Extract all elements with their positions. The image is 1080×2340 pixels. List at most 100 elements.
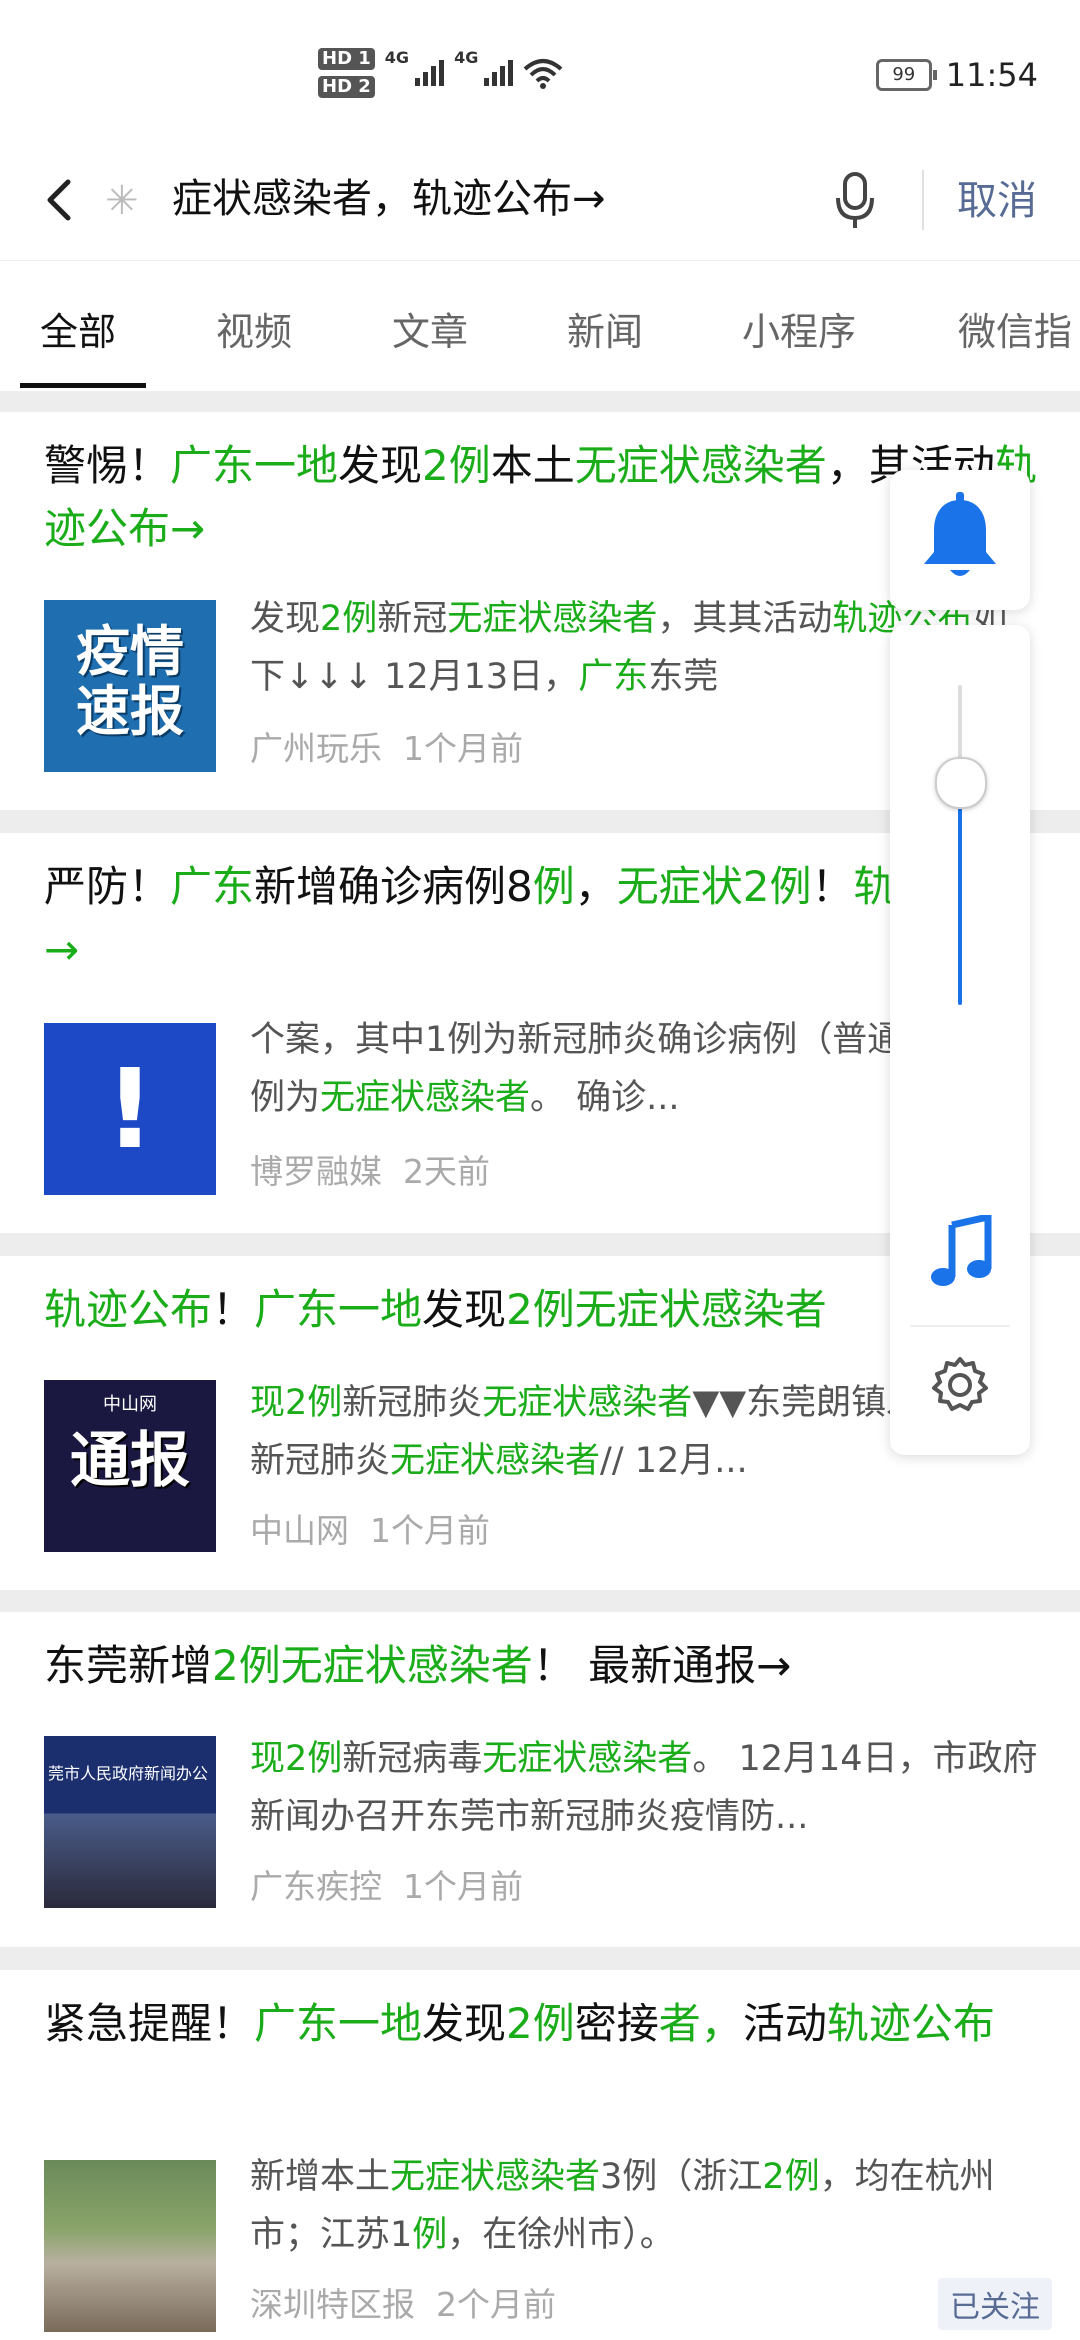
highlight-text: 2例 xyxy=(320,599,378,639)
tab-articles[interactable]: 文章 xyxy=(392,301,468,356)
tab-news[interactable]: 新闻 xyxy=(567,301,643,356)
signal-indicators: HD 1 HD 2 4G 4G xyxy=(318,48,563,98)
tab-wechat-index[interactable]: 微信指 xyxy=(958,301,1072,356)
tab-all[interactable]: 全部 xyxy=(40,301,116,356)
text-segment: ， xyxy=(574,862,617,911)
exclamation-icon: ! xyxy=(104,1045,156,1173)
highlight-text: 无症状感染者 xyxy=(574,441,827,490)
text-segment: 东莞新增 xyxy=(44,1641,213,1690)
text-segment: 警惕！ xyxy=(44,441,171,490)
highlight-text: 2例 xyxy=(506,1999,575,2048)
result-thumbnail: 莞市人民政府新闻办公 xyxy=(44,1736,216,1908)
search-sparkle-icon: ✳ xyxy=(105,178,139,224)
text-segment: ！ 最新通报→ xyxy=(532,1641,792,1690)
result-thumbnail: ! xyxy=(44,1023,216,1195)
text-segment: 新增本土 xyxy=(250,2157,391,2197)
text-segment: 新冠肺炎 xyxy=(342,1383,483,1423)
publish-time: 1个月前 xyxy=(402,1867,523,1906)
text-segment: ，其其活动 xyxy=(657,599,833,639)
text-segment: 发现 xyxy=(422,1999,507,2048)
result-snippet: 现2例新冠病毒无症状感染者。 12月14日，市政府新闻办召开东莞市新冠肺炎疫情防… xyxy=(250,1730,1040,1846)
thumbnail-banner-text: 莞市人民政府新闻办公 xyxy=(48,1764,209,1783)
source-name: 中山网 xyxy=(250,1511,349,1550)
search-input[interactable]: 症状感染者，轨迹公布→ xyxy=(172,166,606,224)
clock: 11:54 xyxy=(945,56,1038,94)
filter-tabs: 全部 视频 文章 新闻 小程序 微信指 xyxy=(0,260,1080,391)
highlight-text: 无症状感染者 xyxy=(482,1383,693,1423)
text-segment: 严防！ xyxy=(44,862,171,911)
highlight-text: 例 xyxy=(532,862,575,911)
highlight-text: 广东 xyxy=(170,862,255,911)
back-arrow-icon[interactable] xyxy=(32,170,88,230)
text-segment: 新冠肺炎 xyxy=(250,1441,391,1481)
highlight-text: 广东 xyxy=(578,657,649,697)
highlight-text: 例 xyxy=(412,2215,448,2255)
text-segment: 新增确诊病例8 xyxy=(254,862,533,911)
signal-icon xyxy=(415,60,445,86)
status-bar: HD 1 HD 2 4G 4G 99 11:54 xyxy=(0,0,1080,140)
highlight-text: 2例 xyxy=(762,2157,820,2197)
text-segment: 新冠病毒 xyxy=(342,1739,483,1779)
highlight-text: 2例 xyxy=(422,441,491,490)
bell-icon xyxy=(924,492,996,576)
volume-slider-handle[interactable] xyxy=(935,757,987,809)
result-meta: 广东疾控 1个月前 xyxy=(250,1860,523,1908)
result-thumbnail: 中山网 通报 xyxy=(44,1380,216,1552)
network-type-2: 4G xyxy=(454,48,479,67)
text-segment: 活动 xyxy=(742,1999,827,2048)
result-title[interactable]: 紧急提醒！广东一地发现2例密接者，活动轨迹公布 xyxy=(44,1992,1039,2055)
highlight-text: 无症状感染者 xyxy=(482,1739,693,1779)
notification-volume-button[interactable] xyxy=(890,470,1030,610)
text-segment: ▼▼东莞 xyxy=(692,1383,817,1423)
music-note-icon[interactable] xyxy=(930,1215,994,1291)
result-thumbnail: 疫情 速报 xyxy=(44,600,216,772)
cancel-button[interactable]: 取消 xyxy=(957,168,1037,226)
highlight-text: 广东一地 xyxy=(254,1285,423,1334)
text-segment: 发现 xyxy=(250,599,321,639)
thumbnail-text: 速报 xyxy=(76,680,184,743)
highlight-text: 无症状2例 xyxy=(616,862,812,911)
thumbnail-text: 疫情 xyxy=(76,620,184,683)
thumbnail-text: 通报 xyxy=(70,1426,190,1496)
wifi-icon xyxy=(524,59,563,89)
text-segment: 3例（浙江 xyxy=(600,2157,763,2197)
microphone-icon[interactable] xyxy=(830,168,880,232)
volume-fill xyxy=(958,781,962,1005)
text-segment: 密接 xyxy=(574,1999,659,2048)
result-meta: 博罗融媒 2天前 xyxy=(250,1145,490,1193)
following-badge[interactable]: 已关注 xyxy=(938,2278,1052,2330)
result-card[interactable]: 紧急提醒！广东一地发现2例密接者，活动轨迹公布 新增本土无症状感染者3例（浙江2… xyxy=(0,1970,1080,2340)
text-segment: 东莞 xyxy=(648,657,719,697)
source-name: 博罗融媒 xyxy=(250,1152,382,1191)
text-segment: 发现 xyxy=(422,1285,507,1334)
publish-time: 1个月前 xyxy=(402,729,523,768)
text-segment: ！ xyxy=(811,862,854,911)
settings-gear-icon[interactable] xyxy=(930,1355,990,1415)
active-tab-indicator xyxy=(20,383,146,388)
tab-mini-programs[interactable]: 小程序 xyxy=(742,301,856,356)
highlight-text: 者， xyxy=(658,1999,743,2048)
publish-time: 2个月前 xyxy=(435,2285,556,2324)
highlight-text: 无症状感染者 xyxy=(320,1078,531,1118)
highlight-text: 广东一地 xyxy=(170,441,339,490)
text-segment: 。 确诊... xyxy=(530,1078,680,1118)
signal-icon-2 xyxy=(484,60,514,86)
result-meta: 广州玩乐 1个月前 xyxy=(250,722,523,770)
battery-icon: 99 xyxy=(875,59,937,91)
volume-panel xyxy=(890,625,1030,1455)
search-bar: ✳ 症状感染者，轨迹公布→ 取消 xyxy=(0,140,1080,260)
result-title[interactable]: 东莞新增2例无症状感染者！ 最新通报→ xyxy=(44,1634,1039,1697)
highlight-text: 无症状感染者 xyxy=(390,2157,601,2197)
text-segment: ，在徐州市）。 xyxy=(447,2215,675,2255)
highlight-text: 轨迹公布 xyxy=(826,1999,995,2048)
result-card[interactable]: 东莞新增2例无症状感染者！ 最新通报→ 莞市人民政府新闻办公 现2例新冠病毒无症… xyxy=(0,1612,1080,1947)
text-segment: 本土 xyxy=(490,441,575,490)
result-snippet: 新增本土无症状感染者3例（浙江2例，均在杭州市；江苏1例，在徐州市）。 xyxy=(250,2148,1040,2264)
tab-video[interactable]: 视频 xyxy=(216,301,292,356)
highlight-text: 现2例 xyxy=(250,1739,343,1779)
text-segment: 紧急提醒！ xyxy=(44,1999,255,2048)
text-segment: 发现 xyxy=(338,441,423,490)
text-segment: // 12月... xyxy=(600,1441,748,1481)
publish-time: 2天前 xyxy=(402,1152,490,1191)
source-name: 深圳特区报 xyxy=(250,2285,415,2324)
